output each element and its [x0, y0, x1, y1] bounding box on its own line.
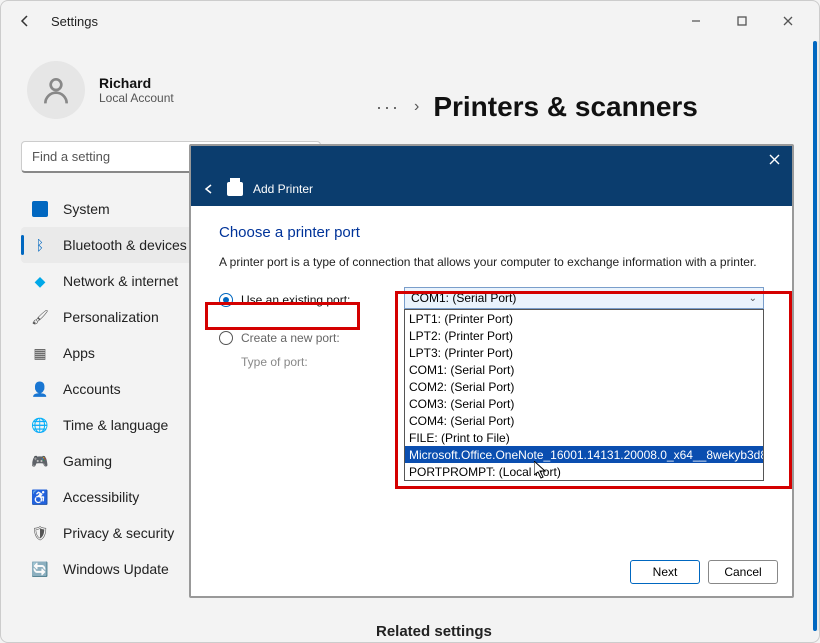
nav-label: System — [63, 201, 110, 217]
port-option[interactable]: PORTPROMPT: (Local Port) — [405, 463, 763, 480]
port-combobox[interactable]: COM1: (Serial Port) ⌄ — [404, 287, 764, 309]
window-edge — [817, 41, 819, 631]
port-option[interactable]: LPT1: (Printer Port) — [405, 310, 763, 327]
system-icon — [31, 200, 49, 218]
radio-existing-port[interactable]: Use an existing port: — [219, 287, 384, 313]
radio-label: Use an existing port: — [241, 293, 350, 307]
port-option[interactable]: COM1: (Serial Port) — [405, 361, 763, 378]
radio-icon — [219, 293, 233, 307]
nav-label: Network & internet — [63, 273, 178, 289]
dialog-back-button[interactable] — [201, 181, 217, 197]
printer-icon — [227, 182, 243, 196]
back-button[interactable] — [9, 5, 41, 37]
port-option[interactable]: LPT2: (Printer Port) — [405, 327, 763, 344]
dialog-close-button[interactable] — [762, 149, 786, 169]
user-name: Richard — [99, 75, 174, 91]
time-icon: 🌐 — [31, 416, 49, 434]
minimize-button[interactable] — [673, 5, 719, 37]
add-printer-dialog: Add Printer Choose a printer port A prin… — [189, 144, 794, 598]
chevron-down-icon: ⌄ — [749, 293, 757, 304]
window-title: Settings — [51, 14, 98, 29]
button-label: Next — [653, 565, 678, 579]
port-option[interactable]: COM4: (Serial Port) — [405, 412, 763, 429]
chevron-right-icon: › — [414, 98, 419, 116]
personalization-icon: 🖌 — [31, 308, 49, 326]
update-icon: 🔄 — [31, 560, 49, 578]
nav-label: Time & language — [63, 417, 168, 433]
dialog-titlebar — [191, 146, 792, 172]
gaming-icon: 🎮 — [31, 452, 49, 470]
avatar — [27, 61, 85, 119]
bluetooth-icon: ᛒ — [31, 236, 49, 254]
related-settings-heading: Related settings — [376, 623, 789, 640]
breadcrumb-ellipsis[interactable]: ··· — [376, 97, 400, 118]
window-controls — [673, 5, 811, 37]
user-card[interactable]: Richard Local Account — [21, 61, 356, 119]
dialog-heading: Choose a printer port — [219, 224, 764, 241]
apps-icon: ▦ — [31, 344, 49, 362]
titlebar: Settings — [1, 1, 819, 41]
privacy-icon: 🛡 — [31, 524, 49, 542]
nav-label: Personalization — [63, 309, 159, 325]
nav-label: Gaming — [63, 453, 112, 469]
nav-label: Apps — [63, 345, 95, 361]
dialog-header: Add Printer — [191, 172, 792, 206]
dialog-body: Choose a printer port A printer port is … — [191, 206, 792, 499]
type-of-port-label: Type of port: — [241, 355, 384, 369]
search-placeholder: Find a setting — [32, 149, 110, 164]
combobox-value: COM1: (Serial Port) — [411, 291, 516, 305]
user-subtitle: Local Account — [99, 91, 174, 105]
radio-create-port[interactable]: Create a new port: — [219, 325, 384, 351]
port-listbox[interactable]: LPT1: (Printer Port)LPT2: (Printer Port)… — [404, 309, 764, 481]
nav-label: Accounts — [63, 381, 121, 397]
port-option[interactable]: LPT3: (Printer Port) — [405, 344, 763, 361]
dialog-title: Add Printer — [253, 182, 313, 196]
nav-label: Accessibility — [63, 489, 139, 505]
nav-label: Privacy & security — [63, 525, 174, 541]
port-option[interactable]: COM2: (Serial Port) — [405, 378, 763, 395]
cancel-button[interactable]: Cancel — [708, 560, 778, 584]
maximize-button[interactable] — [719, 5, 765, 37]
radio-group: Use an existing port: Create a new port:… — [219, 287, 384, 369]
radio-icon — [219, 331, 233, 345]
breadcrumb: ··· › Printers & scanners — [376, 91, 789, 123]
port-option[interactable]: COM3: (Serial Port) — [405, 395, 763, 412]
nav-label: Bluetooth & devices — [63, 237, 187, 253]
accounts-icon: 👤 — [31, 380, 49, 398]
port-option[interactable]: FILE: (Print to File) — [405, 429, 763, 446]
close-button[interactable] — [765, 5, 811, 37]
page-title: Printers & scanners — [433, 91, 698, 123]
port-option[interactable]: Microsoft.Office.OneNote_16001.14131.200… — [405, 446, 763, 463]
dialog-footer: Next Cancel — [630, 560, 778, 584]
nav-label: Windows Update — [63, 561, 169, 577]
network-icon: ◆ — [31, 272, 49, 290]
next-button[interactable]: Next — [630, 560, 700, 584]
accessibility-icon: ♿ — [31, 488, 49, 506]
button-label: Cancel — [724, 565, 761, 579]
dialog-description: A printer port is a type of connection t… — [219, 255, 764, 269]
radio-label: Create a new port: — [241, 331, 340, 345]
